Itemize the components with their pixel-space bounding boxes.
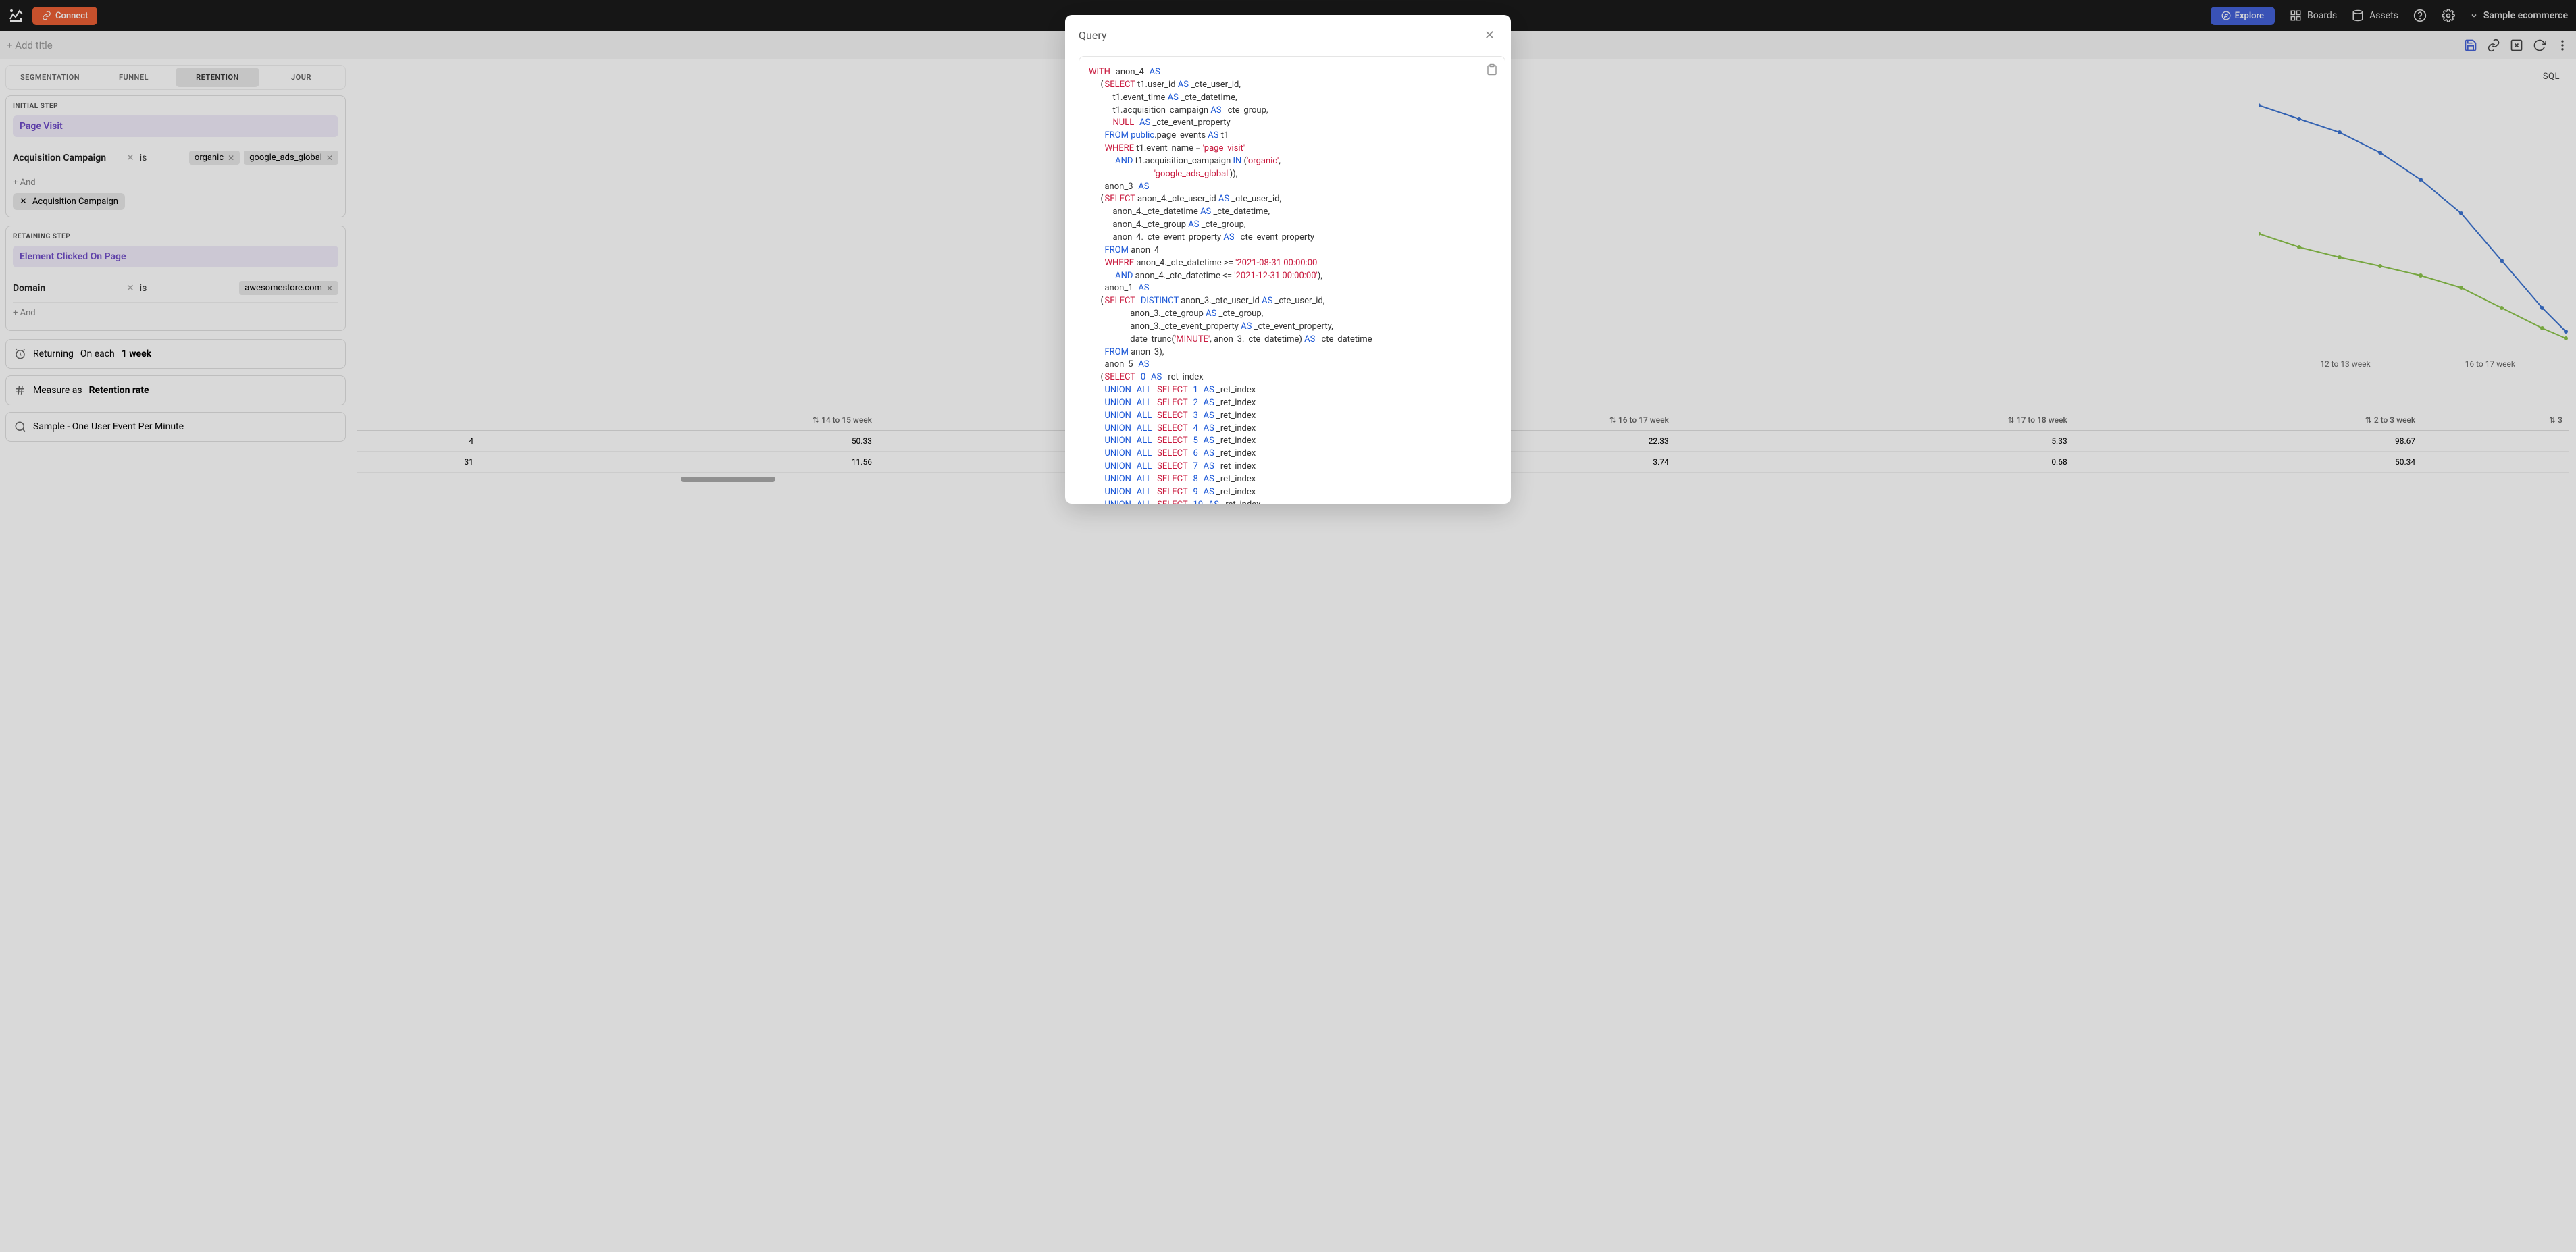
clipboard-icon[interactable] xyxy=(1486,63,1498,76)
sql-code[interactable]: WITH anon_4 AS (SELECT t1.user_id AS _ct… xyxy=(1089,66,1495,504)
close-icon[interactable]: ✕ xyxy=(1482,26,1497,45)
modal-title: Query xyxy=(1079,29,1106,42)
query-modal: Query ✕ WITH anon_4 AS (SELECT t1.user_i… xyxy=(1065,15,1511,504)
modal-body: WITH anon_4 AS (SELECT t1.user_id AS _ct… xyxy=(1065,56,1511,504)
modal-header: Query ✕ xyxy=(1065,15,1511,56)
query-box: WITH anon_4 AS (SELECT t1.user_id AS _ct… xyxy=(1079,56,1505,504)
modal-overlay[interactable]: Query ✕ WITH anon_4 AS (SELECT t1.user_i… xyxy=(0,0,2576,1252)
